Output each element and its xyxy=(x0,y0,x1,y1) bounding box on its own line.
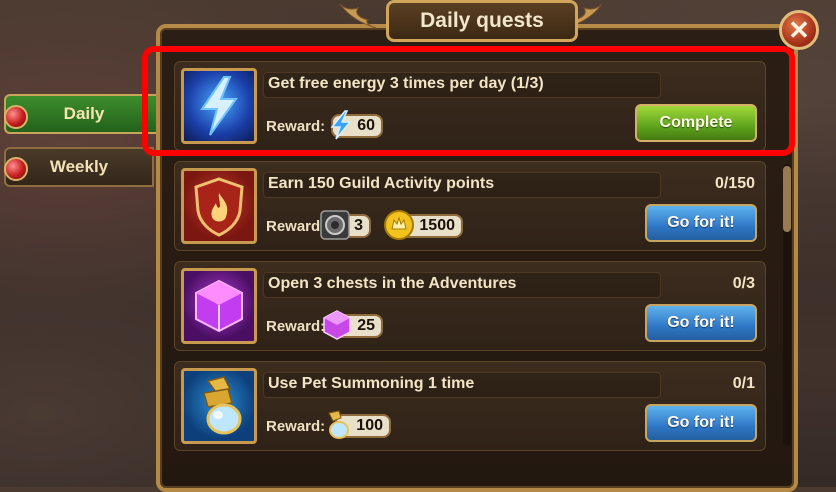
pet-egg-icon xyxy=(181,368,257,444)
go-for-it-button[interactable]: Go for it! xyxy=(645,304,757,342)
quest-progress: 0/1 xyxy=(732,375,755,392)
quest-card-pet-summoning: Use Pet Summoning 1 time 0/1 Reward: 100… xyxy=(174,361,766,451)
go-for-it-button[interactable]: Go for it! xyxy=(645,204,757,242)
guild-shield-icon xyxy=(181,168,257,244)
quest-title: Open 3 chests in the Adventures xyxy=(268,275,517,292)
scrollbar-thumb[interactable] xyxy=(783,166,791,232)
go-for-it-button[interactable]: Go for it! xyxy=(645,404,757,442)
energy-icon xyxy=(330,110,352,140)
reward-label: Reward: xyxy=(266,418,326,435)
quest-progress: 0/150 xyxy=(714,175,755,192)
reward-label: Reward: xyxy=(266,218,326,235)
pet-egg-small-icon xyxy=(328,410,349,439)
close-icon: ✕ xyxy=(788,14,810,45)
reward-label: Reward: xyxy=(266,318,326,335)
emerald-cube-icon xyxy=(323,310,351,340)
quest-progress: 0/3 xyxy=(732,275,755,292)
tab-weekly-label: Weekly xyxy=(49,157,109,176)
quest-card-open-chests: Open 3 chests in the Adventures 0/3 Rewa… xyxy=(174,261,766,351)
quest-title: Use Pet Summoning 1 time xyxy=(268,375,475,392)
coin-stack-icon xyxy=(320,210,350,240)
complete-button[interactable]: Complete xyxy=(635,104,757,142)
reward-label: Reward: xyxy=(266,118,326,135)
energy-bolt-icon xyxy=(181,68,257,144)
tab-daily[interactable]: Daily xyxy=(4,94,180,134)
purple-cube-icon xyxy=(181,268,257,344)
quest-title: Get free energy 3 times per day (1/3) xyxy=(268,75,544,92)
close-button[interactable]: ✕ xyxy=(779,10,819,50)
left-wing-ornament-icon xyxy=(339,3,376,29)
quest-card-guild-activity: Earn 150 Guild Activity points 0/150 Rew… xyxy=(174,161,766,251)
tab-daily-label: Daily xyxy=(63,104,105,123)
quest-title: Earn 150 Guild Activity points xyxy=(268,175,495,192)
window-title: Daily quests xyxy=(386,0,578,42)
tab-daily-indicator-icon xyxy=(4,105,28,129)
gold-icon xyxy=(384,210,414,240)
tab-weekly-indicator-icon xyxy=(4,157,28,181)
quest-card-free-energy: Get free energy 3 times per day (1/3) Re… xyxy=(174,61,766,151)
